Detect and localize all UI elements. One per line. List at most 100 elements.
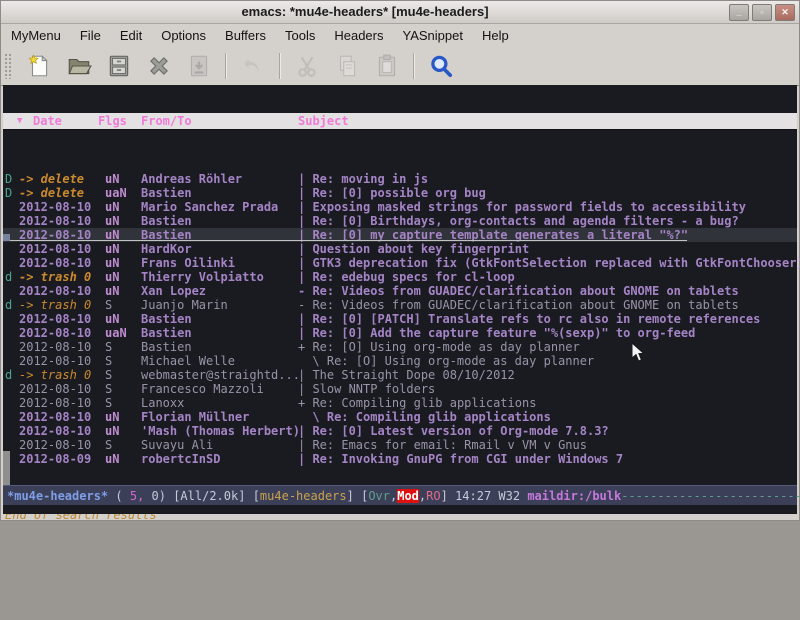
menu-headers[interactable]: Headers bbox=[334, 28, 383, 43]
row-date: 2012-08-10 bbox=[19, 200, 91, 214]
row-from: Andreas Röhler bbox=[141, 172, 242, 186]
toolbar-buttons bbox=[19, 51, 461, 81]
message-row[interactable]: 2012-08-09uNrobertcInSD| Re: Invoking Gn… bbox=[3, 452, 797, 466]
emacs-window: emacs: *mu4e-headers* [mu4e-headers] _▫✕… bbox=[0, 0, 800, 521]
sort-descending-icon[interactable]: ▼ bbox=[17, 114, 22, 128]
row-date: 2012-08-10 bbox=[19, 284, 91, 298]
row-flags: S bbox=[105, 340, 112, 354]
message-row[interactable]: D-> deleteuNAndreas Röhler| Re: moving i… bbox=[3, 172, 797, 186]
row-date: 2012-08-10 bbox=[19, 438, 91, 452]
row-from: robertcInSD bbox=[141, 452, 220, 466]
fringe-cursor-mark bbox=[3, 234, 10, 241]
message-row[interactable]: 2012-08-10uNXan Lopez- Re: Videos from G… bbox=[3, 284, 797, 298]
menu-yasnippet[interactable]: YASnippet bbox=[402, 28, 462, 43]
toolbar-drag-handle-icon[interactable] bbox=[4, 53, 13, 79]
menu-mymenu[interactable]: MyMenu bbox=[11, 28, 61, 43]
row-subject: | The Straight Dope 08/10/2012 bbox=[298, 368, 515, 382]
row-subject: | Re: Emacs for email: Rmail v VM v Gnus bbox=[298, 438, 587, 452]
row-date: -> trash 0 bbox=[19, 270, 91, 284]
toolbar-separator bbox=[279, 53, 281, 79]
row-subject: + Re: [O] Using org-mode as day planner bbox=[298, 340, 580, 354]
search-icon[interactable] bbox=[426, 51, 456, 81]
row-flags: uN bbox=[105, 242, 119, 256]
titlebar[interactable]: emacs: *mu4e-headers* [mu4e-headers] _▫✕ bbox=[1, 1, 799, 24]
message-row[interactable]: d-> trash 0Swebmaster@straightd...| The … bbox=[3, 368, 797, 382]
current-line-underline bbox=[3, 240, 687, 241]
message-row[interactable]: 2012-08-10uN'Mash (Thomas Herbert)| Re: … bbox=[3, 424, 797, 438]
row-subject: | Slow NNTP folders bbox=[298, 382, 435, 396]
menu-edit[interactable]: Edit bbox=[120, 28, 142, 43]
row-from: webmaster@straightd... bbox=[141, 368, 300, 382]
window-controls: _▫✕ bbox=[729, 4, 795, 21]
modeline-segment: 14:27 W32 bbox=[455, 489, 527, 503]
message-row[interactable]: 2012-08-10uNFrans Oilinki| GTK3 deprecat… bbox=[3, 256, 797, 270]
paste-icon bbox=[372, 51, 402, 81]
message-row[interactable]: 2012-08-10uNBastien| Re: [0] my capture … bbox=[3, 228, 797, 242]
row-subject: \ Re: [O] Using org-mode as day planner bbox=[312, 354, 594, 368]
row-date: 2012-08-10 bbox=[19, 340, 91, 354]
row-from: Mario Sanchez Prada bbox=[141, 200, 278, 214]
message-row[interactable]: d-> trash 0SJuanjo Marin- Re: Videos fro… bbox=[3, 298, 797, 312]
toolbar-separator bbox=[225, 53, 227, 79]
modeline-segment: [ bbox=[253, 489, 260, 503]
column-header-subject[interactable]: Subject bbox=[298, 114, 349, 128]
modeline-segment: Mod bbox=[397, 489, 419, 503]
modeline-segment: 0 bbox=[144, 489, 158, 503]
minibuffer-echo-area[interactable] bbox=[3, 505, 797, 514]
row-subject: | Re: [0] Birthdays, org-contacts and ag… bbox=[298, 214, 739, 228]
message-row[interactable]: 2012-08-10uNFlorian Müllner\ Re: Compili… bbox=[3, 410, 797, 424]
row-from: Juanjo Marin bbox=[141, 298, 228, 312]
message-row[interactable]: 2012-08-10uNMario Sanchez Prada| Exposin… bbox=[3, 200, 797, 214]
row-subject: | Re: [0] Add the capture feature "%(sex… bbox=[298, 326, 695, 340]
row-date: 2012-08-10 bbox=[19, 214, 91, 228]
modeline-segment: ] bbox=[441, 489, 455, 503]
menu-options[interactable]: Options bbox=[161, 28, 206, 43]
menu-help[interactable]: Help bbox=[482, 28, 509, 43]
menu-tools[interactable]: Tools bbox=[285, 28, 315, 43]
message-row[interactable]: 2012-08-10uaNBastien| Re: [0] Add the ca… bbox=[3, 326, 797, 340]
column-header-date[interactable]: Date bbox=[33, 114, 62, 128]
message-row[interactable]: 2012-08-10SSuvayu Ali| Re: Emacs for ema… bbox=[3, 438, 797, 452]
column-header-from[interactable]: From/To bbox=[141, 114, 192, 128]
row-date: -> delete bbox=[19, 172, 84, 186]
minimize-button[interactable]: _ bbox=[729, 4, 749, 21]
row-mark: D bbox=[5, 186, 12, 200]
row-flags: uN bbox=[105, 256, 119, 270]
menu-file[interactable]: File bbox=[80, 28, 101, 43]
message-row[interactable]: 2012-08-10uNHardKor| Question about key … bbox=[3, 242, 797, 256]
save-as-icon bbox=[184, 51, 214, 81]
scrollbar-thumb[interactable] bbox=[3, 451, 10, 488]
open-folder-icon[interactable] bbox=[64, 51, 94, 81]
new-file-icon[interactable] bbox=[24, 51, 54, 81]
save-icon[interactable] bbox=[104, 51, 134, 81]
menu-buffers[interactable]: Buffers bbox=[225, 28, 266, 43]
close-button[interactable]: ✕ bbox=[775, 4, 795, 21]
message-row[interactable]: d-> trash 0uNThierry Volpiatto| Re: edeb… bbox=[3, 270, 797, 284]
message-row[interactable]: 2012-08-10uNBastien| Re: [0] Birthdays, … bbox=[3, 214, 797, 228]
row-subject: \ Re: Compiling glib applications bbox=[312, 410, 550, 424]
row-from: HardKor bbox=[141, 242, 192, 256]
row-flags: uN bbox=[105, 200, 119, 214]
row-date: -> trash 0 bbox=[19, 368, 91, 382]
message-row[interactable]: 2012-08-10uNBastien| Re: [0] [PATCH] Tra… bbox=[3, 312, 797, 326]
maximize-button[interactable]: ▫ bbox=[752, 4, 772, 21]
cut-icon bbox=[292, 51, 322, 81]
row-flags: uN bbox=[105, 452, 119, 466]
row-from: Francesco Mazzoli bbox=[141, 382, 264, 396]
column-header-line[interactable]: ▼ Date Flgs From/To Subject bbox=[3, 113, 797, 130]
row-flags: S bbox=[105, 438, 112, 452]
close-buffer-icon[interactable] bbox=[144, 51, 174, 81]
undo-icon bbox=[238, 51, 268, 81]
row-date: 2012-08-10 bbox=[19, 354, 91, 368]
column-header-flags[interactable]: Flgs bbox=[98, 114, 127, 128]
row-subject: | Re: [0] Latest version of Org-mode 7.8… bbox=[298, 424, 609, 438]
message-row[interactable]: 2012-08-10SLanoxx+ Re: Compiling glib ap… bbox=[3, 396, 797, 410]
row-flags: uN bbox=[105, 172, 119, 186]
row-from: Thierry Volpiatto bbox=[141, 270, 264, 284]
modeline-segment: ( bbox=[108, 489, 130, 503]
message-row[interactable]: 2012-08-10SMichael Welle\ Re: [O] Using … bbox=[3, 354, 797, 368]
message-row[interactable]: 2012-08-10SBastien+ Re: [O] Using org-mo… bbox=[3, 340, 797, 354]
row-mark: d bbox=[5, 270, 12, 284]
message-row[interactable]: 2012-08-10SFrancesco Mazzoli| Slow NNTP … bbox=[3, 382, 797, 396]
message-row[interactable]: D-> deleteuaNBastien| Re: [0] possible o… bbox=[3, 186, 797, 200]
